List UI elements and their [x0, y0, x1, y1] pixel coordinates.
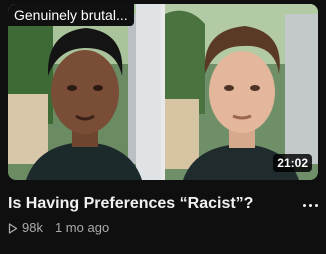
- more-vert-icon[interactable]: [298, 196, 322, 214]
- video-title[interactable]: Is Having Preferences “Racist”?: [8, 194, 288, 214]
- duration-badge: 21:02: [273, 154, 312, 172]
- video-card[interactable]: Genuinely brutal... 21:02 Is Having Pref…: [0, 0, 326, 254]
- play-outline-icon: [8, 222, 18, 234]
- video-thumbnail[interactable]: Genuinely brutal... 21:02: [8, 4, 318, 180]
- view-count: 98k: [22, 219, 43, 235]
- thumbnail-caption: Genuinely brutal...: [8, 4, 134, 26]
- video-metadata: 98k 1 mo ago: [8, 218, 109, 236]
- upload-age: 1 mo ago: [54, 219, 110, 235]
- thumbnail-left-frame: [8, 4, 161, 180]
